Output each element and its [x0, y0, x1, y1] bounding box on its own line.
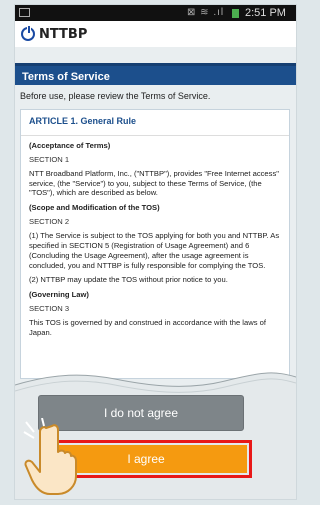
- status-icons: ⊠ ≋ .ıl: [187, 7, 225, 18]
- section-label: SECTION 2: [29, 217, 70, 227]
- divider: [21, 135, 289, 136]
- terms-body: (Acceptance of Terms) SECTION 1 NTT Broa…: [21, 135, 289, 343]
- battery-icon: [232, 9, 239, 18]
- status-time: 2:51 PM: [245, 7, 286, 19]
- section-heading: (Acceptance of Terms): [29, 141, 111, 150]
- section-paragraph: This TOS is governed by and construed in…: [29, 318, 266, 337]
- page-title: Terms of Service: [15, 63, 296, 85]
- section-heading: (Governing Law): [29, 290, 89, 300]
- status-bar: ⊠ ≋ .ıl 2:51 PM: [15, 5, 296, 21]
- section-label: SECTION 1: [29, 154, 70, 164]
- section-paragraph: (2) NTTBP may update the TOS without pri…: [29, 275, 228, 285]
- section-label: SECTION 3: [29, 304, 70, 314]
- logo-text: NTTBP: [39, 26, 88, 42]
- intro-text: Before use, please review the Terms of S…: [20, 91, 211, 101]
- section-heading: (Scope and Modification of the TOS): [29, 203, 160, 213]
- app-header: NTTBP: [15, 21, 296, 47]
- terms-panel[interactable]: ARTICLE 1. General Rule (Acceptance of T…: [20, 109, 290, 379]
- pointing-hand-icon: [23, 418, 77, 495]
- section-paragraph: (1) The Service is subject to the TOS ap…: [29, 231, 280, 270]
- image-notification-icon: [19, 8, 30, 17]
- section-paragraph: NTT Broadband Platform, Inc., ("NTTBP"),…: [29, 168, 279, 198]
- power-logo-icon: [21, 26, 35, 41]
- nttbp-logo: NTTBP: [21, 26, 87, 42]
- article-title: ARTICLE 1. General Rule: [29, 116, 137, 126]
